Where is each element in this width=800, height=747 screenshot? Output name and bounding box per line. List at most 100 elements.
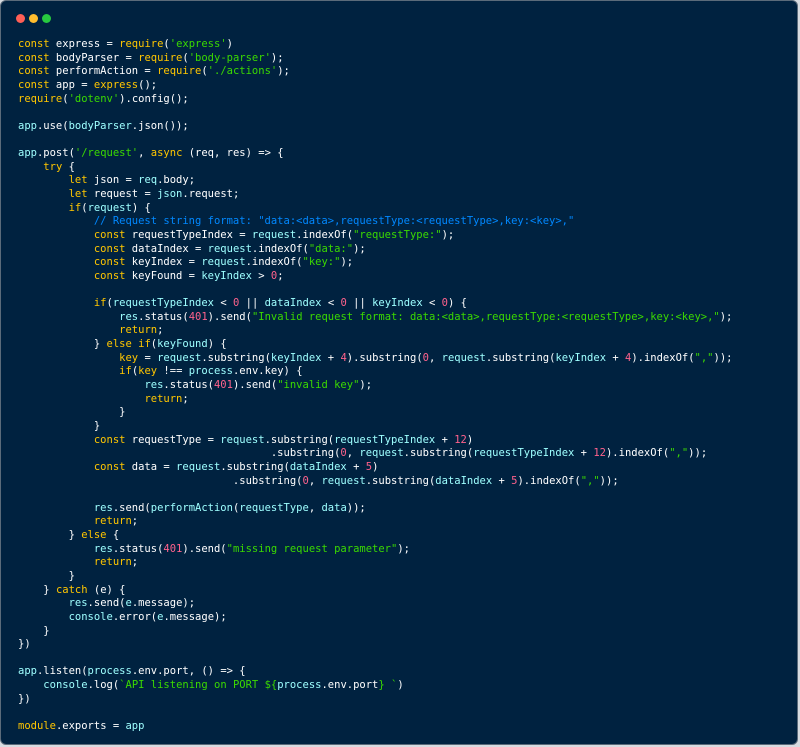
code-token: request [201,256,246,269]
code-token: "invalid key" [277,379,360,392]
code-token: ) [397,679,404,692]
code-token: request [359,447,404,460]
code-token: express [93,78,139,91]
code-token: './actions' [207,65,278,78]
code-token: const [18,38,50,50]
code-token: 'express' [169,38,227,50]
code-token: .post( [36,147,75,160]
code-line: return; [18,393,793,407]
code-token: ).indexOf( [605,447,670,460]
code-token: res [93,542,113,555]
code-line: app.listen(process.env.port, () => { [18,665,793,679]
code-token: requestTypeIndex [112,297,214,310]
code-token: ); [397,542,410,555]
code-token: ).send( [207,310,252,323]
code-token: }) [18,638,31,651]
code-token: , [308,501,322,514]
code-token: async [150,147,183,160]
code-token: bodyParser = [49,51,139,64]
code-token: + [435,433,455,446]
code-line: if(request) { [18,202,793,216]
code-token: "," [580,474,600,487]
code-token: performAction = [49,65,158,78]
code-token: || [239,297,265,310]
code-token: // Request string format: "data:<data>,r… [93,215,575,228]
code-token: } [18,419,101,432]
code-token: else [81,529,107,542]
code-line: res.status(401).send("Invalid request fo… [18,311,793,325]
code-token: const [93,269,126,282]
code-line: } [18,420,793,434]
code-token: } [18,529,82,542]
code-token: .use( [36,119,69,132]
code-token: keyIndex [555,351,607,364]
code-line: res.send(performAction(requestType, data… [18,502,793,516]
code-token: ).config(); [119,92,189,105]
close-window-icon[interactable] [16,14,25,23]
code-line: require('dotenv').config(); [18,93,793,107]
code-token: process [188,365,233,378]
code-token: request [87,201,132,214]
code-token: .message); [131,597,196,610]
code-token: ); [353,242,366,255]
code-line: const requestType = request.substring(re… [18,434,793,448]
code-token: .indexOf( [296,228,354,241]
code-token: res [68,597,88,610]
code-line: }) [18,638,793,652]
code-token: (); [138,78,158,91]
code-token: '/request' [74,147,139,160]
code-token: return [119,324,158,337]
code-token: ; [131,515,139,528]
code-token: requestTypeIndex = [125,228,252,241]
code-window: const express = require('express') const … [0,0,798,745]
code-token: .substring( [18,447,341,460]
code-token: if [119,365,132,378]
code-token: "Invalid request format: data:<data>,req… [251,310,720,323]
code-token: ); [719,310,733,323]
code-token: process [87,665,132,678]
code-token: .request; [182,188,240,201]
code-token: const [18,51,50,64]
code-token: try [43,160,63,173]
code-token: } [18,624,50,637]
code-line: // Request string format: "data:<data>,r… [18,215,793,229]
code-token: app [18,119,37,132]
code-token: dataIndex [435,474,493,487]
code-token: const [93,256,126,269]
code-token: 12 [593,447,606,460]
code-token: 'dotenv' [68,92,120,105]
code-token: .log( [87,679,120,692]
code-token: const [93,228,126,241]
code-token: (e) { [87,583,126,596]
code-token: 401 [163,542,183,555]
code-line: return; [18,556,793,570]
code-token: require [138,51,183,64]
code-token: request [441,351,486,364]
code-token: < [321,297,341,310]
code-token: )); [599,474,619,487]
code-token: request [251,228,297,241]
minimize-window-icon[interactable] [29,14,38,23]
code-line: app.post('/request', async (req, res) =>… [18,147,793,161]
maximize-window-icon[interactable] [42,14,51,23]
window-titlebar [1,1,797,35]
code-token: process [277,679,322,692]
code-line: if(requestTypeIndex < 0 || dataIndex < 0… [18,297,793,311]
code-line: const keyIndex = request.indexOf("key:")… [18,256,793,270]
code-token: .env.port, () => { [131,665,246,678]
code-token: .send( [87,597,126,610]
code-token: "data:" [308,242,354,255]
code-token: ) { [207,338,227,351]
